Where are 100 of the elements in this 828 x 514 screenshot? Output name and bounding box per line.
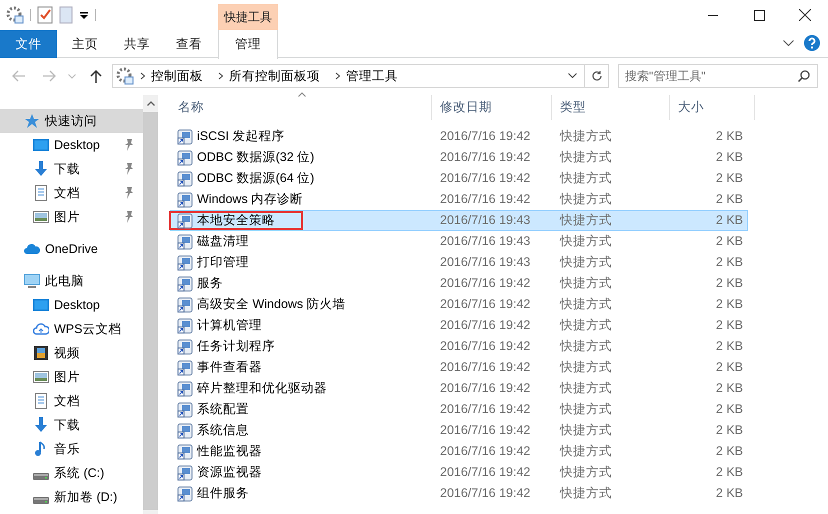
sidebar-item[interactable]: 系统 (C:) — [0, 461, 143, 485]
file-name: ODBC 数据源(32 位) — [197, 149, 314, 166]
modified-date: 2016/7/16 19:43 — [439, 254, 532, 272]
sidebar-item[interactable]: 快速访问 — [0, 109, 143, 133]
file-row[interactable]: 打印管理 2016/7/16 19:43 快捷方式 2 KB — [170, 252, 748, 273]
sidebar-item[interactable]: 图片 — [0, 205, 143, 229]
cloud-icon — [33, 321, 49, 337]
file-size: 2 KB — [714, 338, 744, 356]
file-type: 快捷方式 — [558, 443, 613, 460]
search-field[interactable]: 搜索"管理工具" — [618, 64, 818, 88]
file-type: 快捷方式 — [558, 422, 613, 440]
cloud-icon — [24, 241, 40, 257]
file-type: 快捷方式 — [558, 296, 613, 314]
file-name: 性能监视器 — [197, 443, 262, 460]
star-icon — [24, 113, 40, 129]
file-row[interactable]: 组件服务 2016/7/16 19:42 快捷方式 2 KB — [170, 483, 748, 504]
file-name: 高级安全 Windows 防火墙 — [197, 296, 346, 314]
file-name: 碎片整理和优化驱动器 — [197, 380, 327, 398]
shortcut-icon — [177, 402, 193, 418]
sidebar-item[interactable]: 音乐 — [0, 437, 143, 461]
down-arrow-icon — [33, 417, 49, 433]
file-row[interactable]: 事件查看器 2016/7/16 19:42 快捷方式 2 KB — [170, 357, 748, 378]
properties-icon[interactable] — [6, 6, 24, 24]
sidebar-item[interactable]: 文档 — [0, 389, 143, 413]
file-row[interactable]: 磁盘清理 2016/7/16 19:43 快捷方式 2 KB — [170, 231, 748, 252]
drive-icon — [33, 472, 49, 480]
file-size: 2 KB — [714, 212, 744, 230]
shortcut-icon — [177, 128, 193, 144]
up-icon[interactable] — [90, 69, 102, 83]
scrollbar[interactable] — [143, 95, 158, 514]
sidebar-item[interactable]: 视频 — [0, 341, 143, 365]
sidebar-item[interactable]: 此电脑 — [0, 269, 143, 293]
column-header[interactable]: 类型 — [552, 95, 670, 120]
file-name: 系统配置 — [197, 401, 249, 418]
sidebar-item[interactable]: 下载 — [0, 413, 143, 437]
shortcut-icon — [177, 170, 193, 186]
ribbon-tab[interactable]: 主页 — [59, 30, 111, 58]
shortcut-icon — [177, 422, 193, 438]
minimize-icon[interactable] — [708, 14, 718, 16]
refresh-icon[interactable] — [590, 70, 602, 82]
file-row[interactable]: 性能监视器 2016/7/16 19:42 快捷方式 2 KB — [170, 441, 748, 462]
chevron-icon — [140, 72, 146, 80]
maximize-icon[interactable] — [754, 10, 764, 20]
address-bar[interactable]: 控制面板 所有控制面板项 管理工具 — [112, 64, 609, 88]
scroll-up-icon[interactable] — [146, 101, 154, 106]
file-size: 2 KB — [714, 170, 744, 188]
breadcrumb[interactable]: 控制面板 — [146, 66, 208, 86]
file-row[interactable]: 高级安全 Windows 防火墙 2016/7/16 19:42 快捷方式 2 KB — [170, 294, 748, 315]
modified-date: 2016/7/16 19:42 — [439, 485, 532, 502]
help-icon[interactable] — [804, 35, 820, 51]
close-icon[interactable] — [799, 9, 811, 21]
file-row[interactable]: iSCSI 发起程序 2016/7/16 19:42 快捷方式 2 KB — [170, 126, 748, 147]
file-tab[interactable]: 文件 — [0, 30, 57, 58]
sidebar-item[interactable]: 新加卷 (D:) — [0, 485, 143, 509]
file-row[interactable]: Windows 内存诊断 2016/7/16 19:42 快捷方式 2 KB — [170, 189, 748, 210]
sidebar-item[interactable]: WPS云文档 — [0, 317, 143, 341]
film-icon — [33, 345, 49, 361]
file-row[interactable]: 系统配置 2016/7/16 19:42 快捷方式 2 KB — [170, 399, 748, 420]
modified-date: 2016/7/16 19:42 — [439, 149, 532, 166]
file-row[interactable]: ODBC 数据源(32 位) 2016/7/16 19:42 快捷方式 2 KB — [170, 147, 748, 168]
file-row[interactable]: 资源监视器 2016/7/16 19:42 快捷方式 2 KB — [170, 462, 748, 483]
shortcut-icon — [177, 318, 193, 334]
column-header[interactable]: 名称 — [170, 95, 432, 120]
file-name: 服务 — [197, 275, 223, 292]
file-name: Windows 内存诊断 — [197, 191, 304, 208]
checklist-icon[interactable] — [37, 6, 53, 24]
file-size: 2 KB — [714, 191, 744, 208]
file-size: 2 KB — [714, 464, 744, 482]
file-row[interactable]: 服务 2016/7/16 19:42 快捷方式 2 KB — [170, 273, 748, 294]
file-size: 2 KB — [714, 422, 744, 440]
chevron-icon — [335, 72, 341, 80]
file-row[interactable]: 本地安全策略 2016/7/16 19:43 快捷方式 2 KB — [170, 210, 748, 231]
sidebar-item[interactable]: OneDrive — [0, 237, 143, 261]
sidebar-item[interactable]: Desktop — [0, 293, 143, 317]
sidebar-item[interactable]: 下载 — [0, 157, 143, 181]
address-dropdown-icon[interactable] — [568, 73, 577, 79]
breadcrumb[interactable]: 管理工具 — [341, 66, 403, 86]
column-header[interactable]: 修改日期 — [432, 95, 552, 120]
file-row[interactable]: ODBC 数据源(64 位) 2016/7/16 19:42 快捷方式 2 KB — [170, 168, 748, 189]
file-row[interactable]: 任务计划程序 2016/7/16 19:42 快捷方式 2 KB — [170, 336, 748, 357]
ribbon-tab[interactable]: 管理 — [218, 30, 278, 59]
modified-date: 2016/7/16 19:42 — [439, 191, 532, 208]
expand-ribbon-icon[interactable] — [783, 40, 794, 46]
file-type: 快捷方式 — [558, 149, 613, 166]
column-header[interactable]: 大小 — [670, 95, 755, 120]
file-type: 快捷方式 — [558, 338, 613, 356]
file-row[interactable]: 计算机管理 2016/7/16 19:42 快捷方式 2 KB — [170, 315, 748, 336]
ribbon-tab[interactable]: 共享 — [111, 30, 163, 58]
file-size: 2 KB — [714, 149, 744, 166]
sidebar-item[interactable]: Desktop — [0, 133, 143, 157]
file-row[interactable]: 碎片整理和优化驱动器 2016/7/16 19:42 快捷方式 2 KB — [170, 378, 748, 399]
sidebar-item[interactable]: 图片 — [0, 365, 143, 389]
ribbon-tab[interactable]: 查看 — [163, 30, 215, 58]
modified-date: 2016/7/16 19:42 — [439, 296, 532, 314]
modified-date: 2016/7/16 19:43 — [439, 212, 532, 230]
breadcrumb[interactable]: 所有控制面板项 — [224, 66, 325, 86]
sidebar-item[interactable]: 文档 — [0, 181, 143, 205]
dropdown-icon[interactable] — [79, 10, 89, 20]
file-row[interactable]: 系统信息 2016/7/16 19:42 快捷方式 2 KB — [170, 420, 748, 441]
file-name: ODBC 数据源(64 位) — [197, 170, 314, 188]
